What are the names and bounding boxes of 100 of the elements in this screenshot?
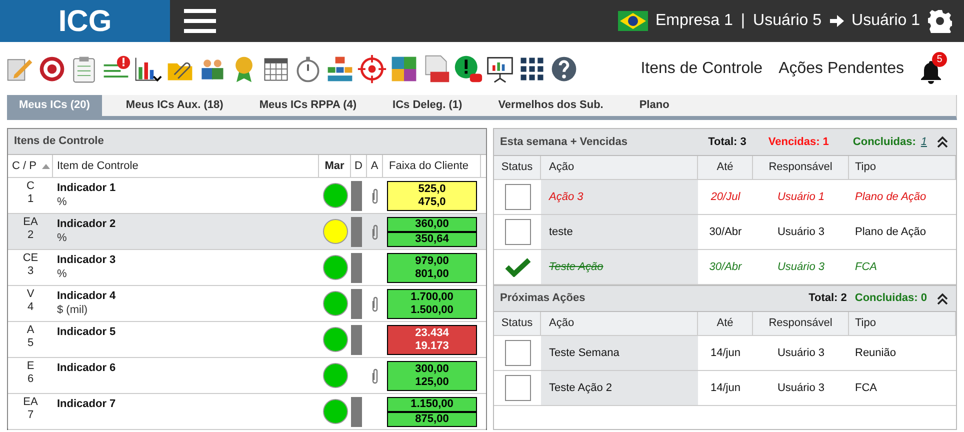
user-name[interactable]: Usuário 1	[852, 9, 920, 33]
completed-label: Concluidas:	[852, 134, 916, 150]
paperclip-icon[interactable]	[371, 224, 379, 240]
action-type: Reunião	[855, 346, 896, 361]
range-value: 979,00	[415, 254, 449, 268]
column-header[interactable]: Mar	[319, 155, 351, 177]
range-value: 875,00	[387, 412, 477, 426]
column-header[interactable]: Ação	[541, 156, 698, 179]
column-header[interactable]: Responsável	[753, 312, 849, 335]
column-header[interactable]: Status	[494, 312, 541, 335]
action-row[interactable]: Teste Ação 30/Abr Usuário 3 FCA	[494, 250, 956, 285]
range-value: 350,64	[387, 232, 477, 246]
menu-icon[interactable]	[184, 8, 216, 34]
owner-name: Usuário 3	[777, 260, 825, 275]
arrow-icon	[830, 14, 844, 28]
action-type: Plano de Ação	[855, 224, 926, 240]
indicator-row[interactable]: EA 7 Indicador 7 1.150,00 875,00	[8, 394, 486, 430]
tab[interactable]: Meus ICs Aux. (18)	[114, 95, 236, 116]
due-date: 14/jun	[710, 346, 740, 361]
action-row[interactable]: Teste Semana 14/jun Usuário 3 Reunião	[494, 336, 956, 371]
crosshair-icon[interactable]	[357, 54, 387, 84]
range-value: 23.434	[415, 326, 449, 340]
user-name[interactable]: Usuário 5	[753, 9, 822, 33]
nav-link[interactable]: Itens de Controle	[640, 56, 763, 80]
alert-off-icon[interactable]	[453, 54, 483, 84]
indicator-row[interactable]: EA 2 Indicador 2 % 360,00 350,64	[8, 214, 486, 250]
indicator-name[interactable]: Indicador 5	[57, 325, 319, 339]
action-row[interactable]: Ação 3 20/Jul Usuário 1 Plano de Ação	[494, 180, 956, 215]
due-date: 30/Abr	[709, 224, 742, 240]
range-value: 801,00	[415, 268, 449, 280]
paperclip-icon[interactable]	[371, 188, 379, 204]
indicator-unit: %	[57, 195, 68, 209]
checkmark-icon[interactable]	[504, 257, 530, 277]
due-date: 30/Abr	[709, 260, 742, 275]
indicator-name[interactable]: Indicador 3	[57, 253, 319, 267]
action-name[interactable]: Teste Ação	[549, 258, 604, 276]
status-checkbox[interactable]	[504, 184, 530, 210]
indicator-name[interactable]: Indicador 1	[57, 181, 319, 195]
column-header[interactable]: Tipo	[849, 156, 956, 179]
indicator-code: C	[26, 180, 34, 193]
status-checkbox[interactable]	[504, 375, 530, 401]
settings-icon[interactable]	[928, 9, 952, 33]
flag-icon	[618, 11, 648, 31]
column-header[interactable]: D	[351, 155, 367, 177]
indicator-code: E	[26, 360, 34, 373]
status-checkbox[interactable]	[504, 219, 530, 245]
column-header[interactable]: A	[367, 155, 383, 177]
nav-link[interactable]: Ações Pendentes	[778, 56, 904, 80]
indicator-code: EA	[23, 396, 38, 409]
indicator-row[interactable]: CE 3 Indicador 3 % 979,00 801,00	[8, 250, 486, 286]
indicator-number: 1	[27, 193, 34, 206]
range-value: 475,0	[418, 196, 446, 208]
due-date: 14/jun	[710, 380, 740, 396]
column-header[interactable]: Ação	[541, 312, 698, 335]
action-name[interactable]: teste	[549, 224, 573, 240]
indicator-name[interactable]: Indicador 4	[57, 289, 319, 303]
indicator-number: 7	[27, 409, 34, 422]
indicator-unit: $ (mil)	[57, 303, 89, 317]
action-row[interactable]: teste 30/Abr Usuário 3 Plano de Ação	[494, 215, 956, 250]
tab[interactable]: Meus ICs RPPA (4)	[247, 95, 369, 116]
column-header[interactable]: Responsável	[753, 156, 849, 179]
indicator-name[interactable]: Indicador 7	[57, 397, 319, 411]
indicator-number: 2	[27, 229, 34, 242]
indicator-unit: %	[57, 231, 68, 245]
status-checkbox[interactable]	[504, 340, 530, 366]
action-row[interactable]: Teste Ação 2 14/jun Usuário 3 FCA	[494, 371, 956, 406]
indicator-code: CE	[22, 252, 38, 265]
section-title: Esta semana + Vencidas	[500, 134, 628, 150]
indicator-number: 3	[27, 265, 34, 278]
column-header[interactable]: Status	[494, 156, 541, 179]
section-title: Próximas Ações	[500, 291, 586, 306]
completed-count-link[interactable]: 1	[920, 134, 927, 150]
panel-title: Itens de Controle	[14, 134, 104, 150]
indicator-row[interactable]: A 5 Indicador 5 23.434 19.173	[8, 322, 486, 358]
range-value: 360,00	[387, 216, 477, 232]
indicator-name[interactable]: Indicador 6	[57, 361, 319, 375]
collapse-icon[interactable]	[937, 292, 948, 304]
tab[interactable]: ICs Deleg. (1)	[380, 95, 474, 116]
paperclip-icon[interactable]	[371, 368, 379, 384]
indicator-unit: %	[57, 267, 68, 281]
column-header[interactable]: Item de Controle	[53, 155, 319, 177]
collapse-icon[interactable]	[937, 136, 948, 148]
column-header[interactable]: Faixa do Cliente	[383, 155, 481, 177]
column-header[interactable]: Até	[698, 156, 753, 179]
action-name[interactable]: Ação 3	[549, 188, 584, 206]
indicator-row[interactable]: C 1 Indicador 1 % 525,0 475,0	[8, 178, 486, 214]
column-header[interactable]: C / P	[8, 155, 53, 177]
column-header[interactable]: Até	[698, 312, 753, 335]
indicator-row[interactable]: V 4 Indicador 4 $ (mil) 1.700,00 1.500,00	[8, 286, 486, 322]
indicator-row[interactable]: E 6 Indicador 6 300,00 125,00	[8, 358, 486, 394]
tab[interactable]: Plano	[627, 95, 682, 116]
due-date: 20/Jul	[710, 190, 740, 205]
action-type: FCA	[855, 380, 877, 396]
indicator-name[interactable]: Indicador 2	[57, 217, 319, 231]
paperclip-icon[interactable]	[371, 296, 379, 312]
company-name[interactable]: Empresa 1	[656, 9, 733, 33]
tab[interactable]: Vermelhos dos Sub.	[486, 95, 616, 116]
indicator-number: 4	[27, 301, 34, 314]
column-header[interactable]: Tipo	[849, 312, 956, 335]
overdue-count: Vencidas: 1	[768, 134, 829, 150]
